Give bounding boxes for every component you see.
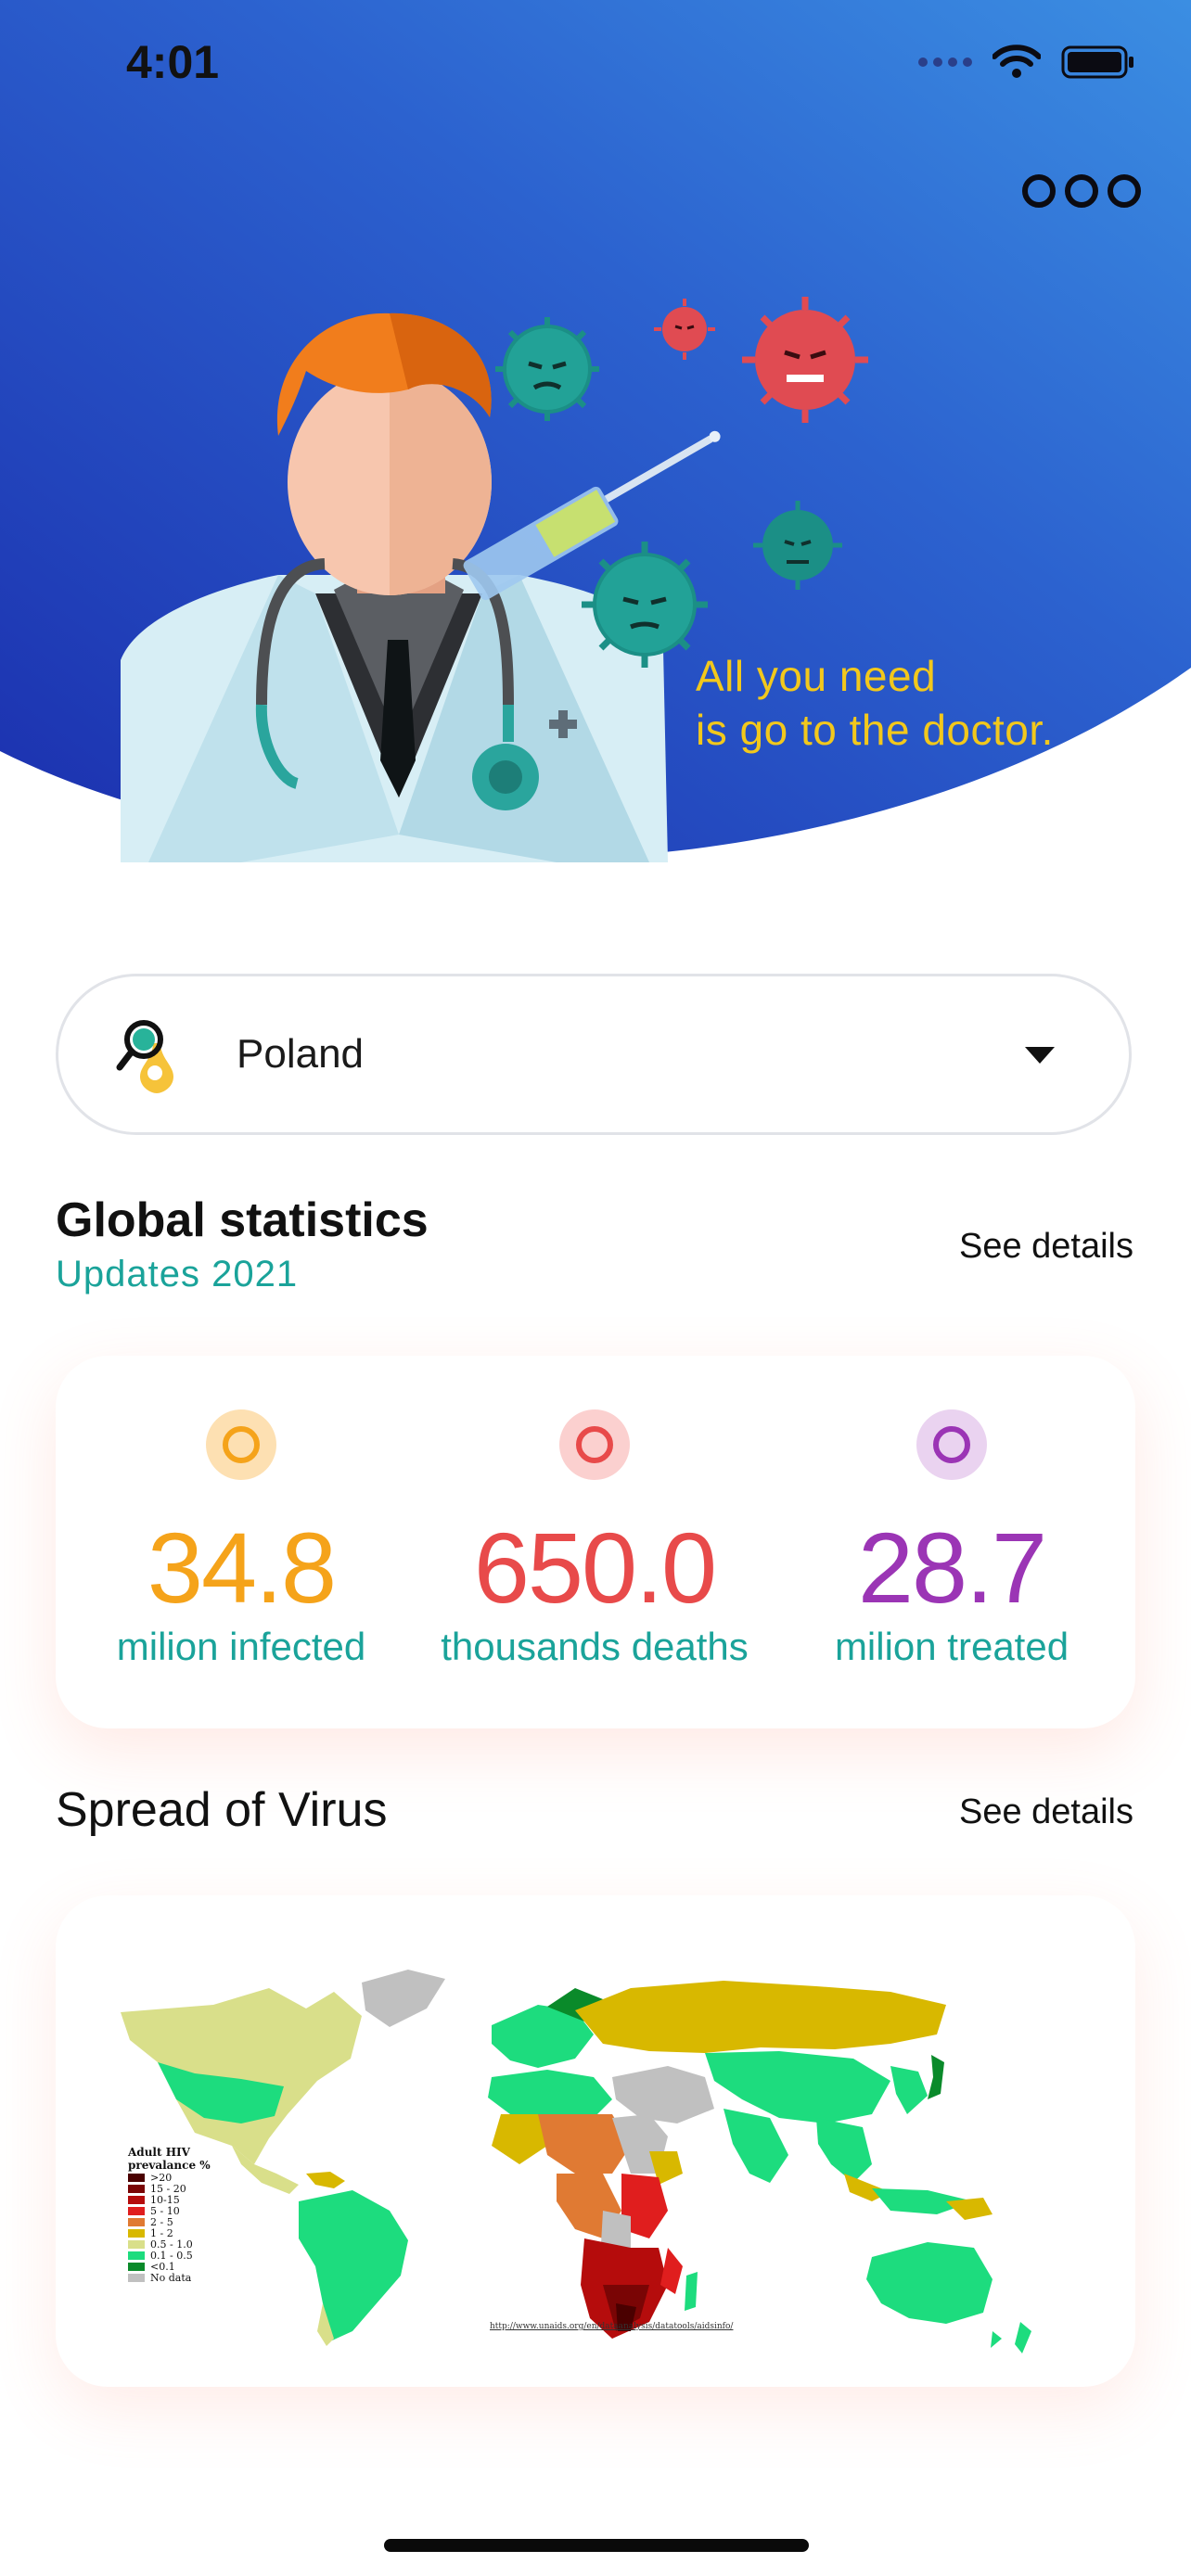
stat-value: 650.0 [473, 1511, 717, 1624]
home-indicator[interactable] [384, 2539, 809, 2552]
battery-icon [1061, 45, 1133, 79]
virus-icon [495, 317, 599, 421]
global-statistics-subtitle: Updates 2021 [56, 1254, 299, 1294]
indicator-ring-icon [559, 1409, 630, 1480]
cellular-signal-icon [918, 57, 972, 67]
stat-label: thousands deaths [441, 1625, 749, 1668]
indicator-ring-icon [206, 1409, 276, 1480]
more-dots-icon[interactable] [1022, 174, 1141, 208]
stat-label: milion infected [116, 1625, 366, 1668]
country-value: Poland [237, 1031, 365, 1077]
spread-see-details-link[interactable]: See details [959, 1792, 1133, 1832]
stat-label: milion treated [834, 1625, 1069, 1668]
map-source-link[interactable]: http://www.unaids.org/en/dataanalysis/da… [490, 2322, 733, 2331]
global-statistics-see-details-link[interactable]: See details [959, 1227, 1133, 1267]
hero-tagline: All you need is go to the doctor. [696, 649, 1054, 757]
hero-banner: 4:01 All you need is go to the doctor. [0, 0, 1191, 862]
legend-title-line-1: Adult HIV [128, 2146, 190, 2159]
legend-entry: No data [150, 2272, 192, 2284]
stat-value: 34.8 [147, 1511, 337, 1624]
stat-value: 28.7 [857, 1511, 1047, 1624]
location-search-icon [116, 1020, 173, 1093]
world-prevalence-map [121, 1970, 1031, 2353]
status-time: 4:01 [126, 36, 220, 88]
tagline-line-2: is go to the doctor. [696, 706, 1054, 754]
wifi-icon [992, 45, 1041, 78]
country-select[interactable]: Poland [56, 974, 1132, 1135]
global-statistics-title: Global statistics [56, 1193, 429, 1247]
stats-card: 34.8 milion infected 650.0 thousands dea… [56, 1356, 1135, 1728]
map-legend: Adult HIV prevalance % >20 15 - 20 10-15… [128, 2146, 239, 2284]
status-icons [918, 45, 1135, 80]
tagline-line-1: All you need [696, 652, 937, 700]
chevron-down-icon[interactable] [1025, 1047, 1055, 1064]
spread-map-card[interactable]: Adult HIV prevalance % >20 15 - 20 10-15… [56, 1895, 1135, 2387]
legend-title-line-2: prevalance % [128, 2159, 211, 2172]
indicator-ring-icon [916, 1409, 987, 1480]
spread-title: Spread of Virus [56, 1783, 388, 1837]
